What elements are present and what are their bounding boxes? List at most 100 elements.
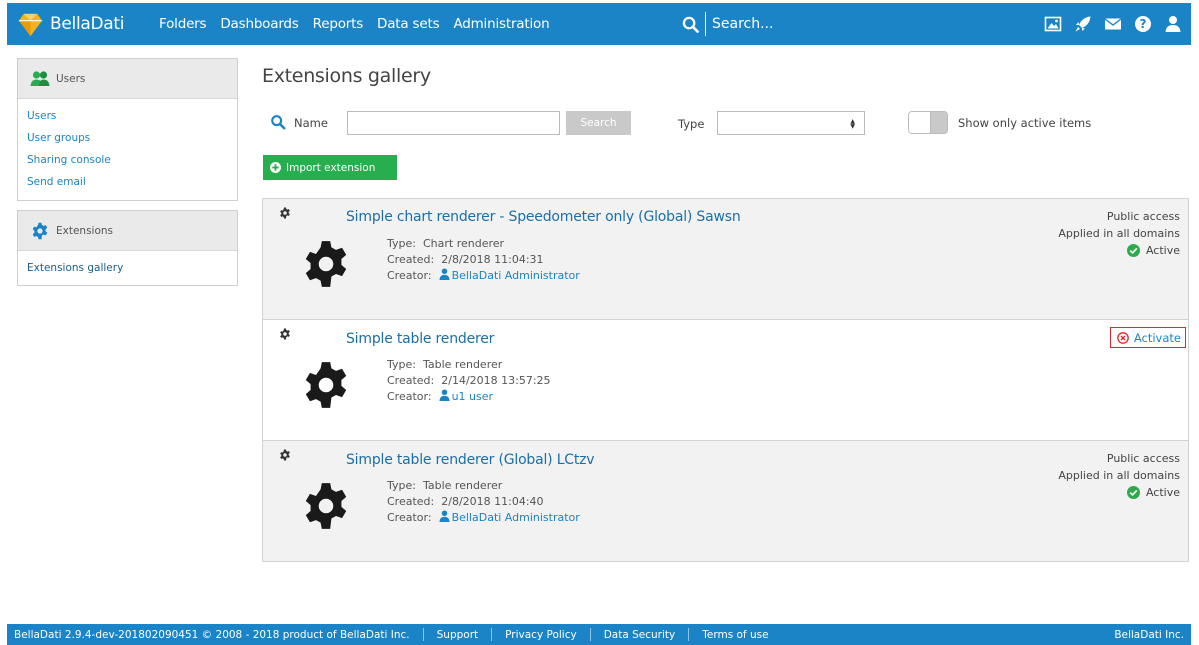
sidebar-item-users[interactable]: Users — [27, 105, 228, 127]
creator-link[interactable]: u1 user — [439, 389, 494, 403]
creator-label: Creator: — [387, 390, 432, 403]
extensions-panel-links: Extensions gallery — [18, 251, 237, 287]
sidebar-item-sharing-console[interactable]: Sharing console — [27, 149, 228, 171]
active-only-toggle[interactable] — [908, 111, 948, 134]
extensions-panel: Extensions Extensions gallery — [17, 210, 238, 286]
status-text: Active — [1145, 244, 1180, 257]
status-active: Active — [1126, 242, 1180, 259]
sidebar-item-extensions-gallery[interactable]: Extensions gallery — [27, 257, 228, 279]
nav-folders[interactable]: Folders — [159, 16, 207, 32]
extension-gear-icon — [305, 241, 347, 287]
type-filter-select[interactable]: ▲ ▼ — [717, 111, 865, 135]
brand-logo[interactable]: BellaDati — [17, 11, 153, 38]
extension-title[interactable]: Simple table renderer (Global) LCtzv — [346, 452, 595, 468]
filter-search-icon — [271, 115, 286, 130]
domains-text: Applied in all domains — [1058, 469, 1180, 482]
footer: BellaDati 2.9.4-dev-201802090451 © 2008 … — [7, 624, 1191, 645]
toggle-knob — [909, 112, 931, 133]
plus-circle-icon — [270, 162, 281, 173]
user-icon[interactable] — [1163, 14, 1183, 34]
type-label: Type: — [387, 479, 416, 492]
footer-link-terms-of-use[interactable]: Terms of use — [702, 629, 768, 641]
nav-data-sets[interactable]: Data sets — [377, 16, 440, 32]
created-label: Created: — [387, 374, 435, 387]
extension-card: Simple table renderer (Global) LCtzv Typ… — [263, 441, 1188, 561]
users-icon — [30, 70, 50, 86]
extension-created: 2/8/2018 11:04:31 — [441, 253, 544, 266]
search-icon[interactable] — [682, 16, 699, 33]
extension-gear-icon — [305, 483, 347, 529]
footer-link-privacy-policy[interactable]: Privacy Policy — [505, 629, 577, 641]
import-extension-button[interactable]: Import extension — [263, 155, 397, 180]
settings-gear-icon[interactable] — [279, 207, 291, 219]
image-icon[interactable] — [1043, 14, 1063, 34]
creator-link[interactable]: BellaDati Administrator — [439, 510, 580, 524]
extension-type: Table renderer — [422, 358, 503, 371]
filter-bar: Name Search Type ▲ ▼ Show only active ite… — [270, 111, 1190, 135]
footer-copyright: BellaDati 2.9.4-dev-201802090451 © 2008 … — [14, 628, 410, 641]
name-filter-input[interactable] — [347, 111, 560, 135]
footer-link-data-security[interactable]: Data Security — [604, 629, 676, 641]
nav-dashboards[interactable]: Dashboards — [220, 16, 298, 32]
check-circle-icon — [1126, 244, 1140, 257]
sidebar-item-send-email[interactable]: Send email — [27, 171, 228, 193]
extension-meta: Type: Table renderer Created: 2/8/2018 1… — [387, 478, 580, 526]
user-icon — [439, 389, 450, 401]
extension-type: Table renderer — [422, 479, 503, 492]
filter-search-button[interactable]: Search — [566, 111, 631, 135]
global-search — [682, 3, 912, 45]
extension-title[interactable]: Simple table renderer — [346, 331, 494, 347]
global-search-input[interactable] — [712, 16, 912, 32]
nav-reports[interactable]: Reports — [313, 16, 364, 32]
extension-card: Simple table renderer Type: Table render… — [263, 320, 1188, 441]
settings-gear-icon[interactable] — [279, 449, 291, 461]
creator-label: Creator: — [387, 269, 432, 282]
svg-text:?: ? — [1140, 17, 1147, 31]
top-icon-bar: ? — [1033, 3, 1183, 45]
main-nav: Folders Dashboards Reports Data sets Adm… — [159, 16, 563, 32]
toggle-track — [931, 112, 947, 133]
top-navbar: BellaDati Folders Dashboards Reports Dat… — [7, 3, 1191, 45]
nav-administration[interactable]: Administration — [453, 16, 549, 32]
name-filter-label: Name — [294, 116, 328, 130]
creator-link[interactable]: BellaDati Administrator — [439, 268, 580, 282]
extensions-list: Simple chart renderer - Speedometer only… — [262, 198, 1189, 562]
users-panel-title: Users — [56, 72, 86, 85]
gear-icon — [32, 222, 48, 239]
extension-title[interactable]: Simple chart renderer - Speedometer only… — [346, 209, 741, 225]
footer-divider — [422, 628, 424, 641]
footer-link-support[interactable]: Support — [437, 629, 479, 641]
type-label: Type: — [387, 358, 416, 371]
extension-created: 2/8/2018 11:04:40 — [441, 495, 544, 508]
status-text: Active — [1145, 486, 1180, 499]
rocket-icon[interactable] — [1073, 14, 1093, 34]
access-text: Public access — [1106, 452, 1180, 465]
domains-text: Applied in all domains — [1058, 227, 1180, 240]
footer-divider — [589, 628, 591, 641]
created-label: Created: — [387, 495, 435, 508]
footer-divider — [491, 628, 493, 641]
user-icon — [439, 510, 450, 522]
footer-company-link[interactable]: BellaDati Inc. — [1114, 629, 1184, 641]
check-circle-icon — [1126, 486, 1140, 499]
sidebar-item-user-groups[interactable]: User groups — [27, 127, 228, 149]
footer-divider — [688, 628, 690, 641]
import-extension-label: Import extension — [286, 161, 376, 174]
page-title: Extensions gallery — [262, 65, 431, 87]
creator-name: BellaDati Administrator — [451, 269, 580, 282]
brand-name: BellaDati — [50, 14, 125, 34]
created-label: Created: — [387, 253, 435, 266]
activate-button[interactable]: Activate — [1109, 327, 1186, 348]
extension-meta: Type: Table renderer Created: 2/14/2018 … — [387, 357, 551, 405]
extensions-panel-title: Extensions — [56, 224, 114, 237]
creator-label: Creator: — [387, 511, 432, 524]
creator-name: u1 user — [451, 390, 494, 403]
envelope-icon[interactable] — [1103, 14, 1123, 34]
help-icon[interactable]: ? — [1133, 14, 1153, 34]
settings-gear-icon[interactable] — [279, 328, 291, 340]
search-divider — [705, 12, 706, 36]
extension-type: Chart renderer — [422, 237, 505, 250]
extension-status-block: Public access Applied in all domains Act… — [1058, 450, 1180, 504]
creator-name: BellaDati Administrator — [451, 511, 580, 524]
extension-meta: Type: Chart renderer Created: 2/8/2018 1… — [387, 236, 580, 284]
